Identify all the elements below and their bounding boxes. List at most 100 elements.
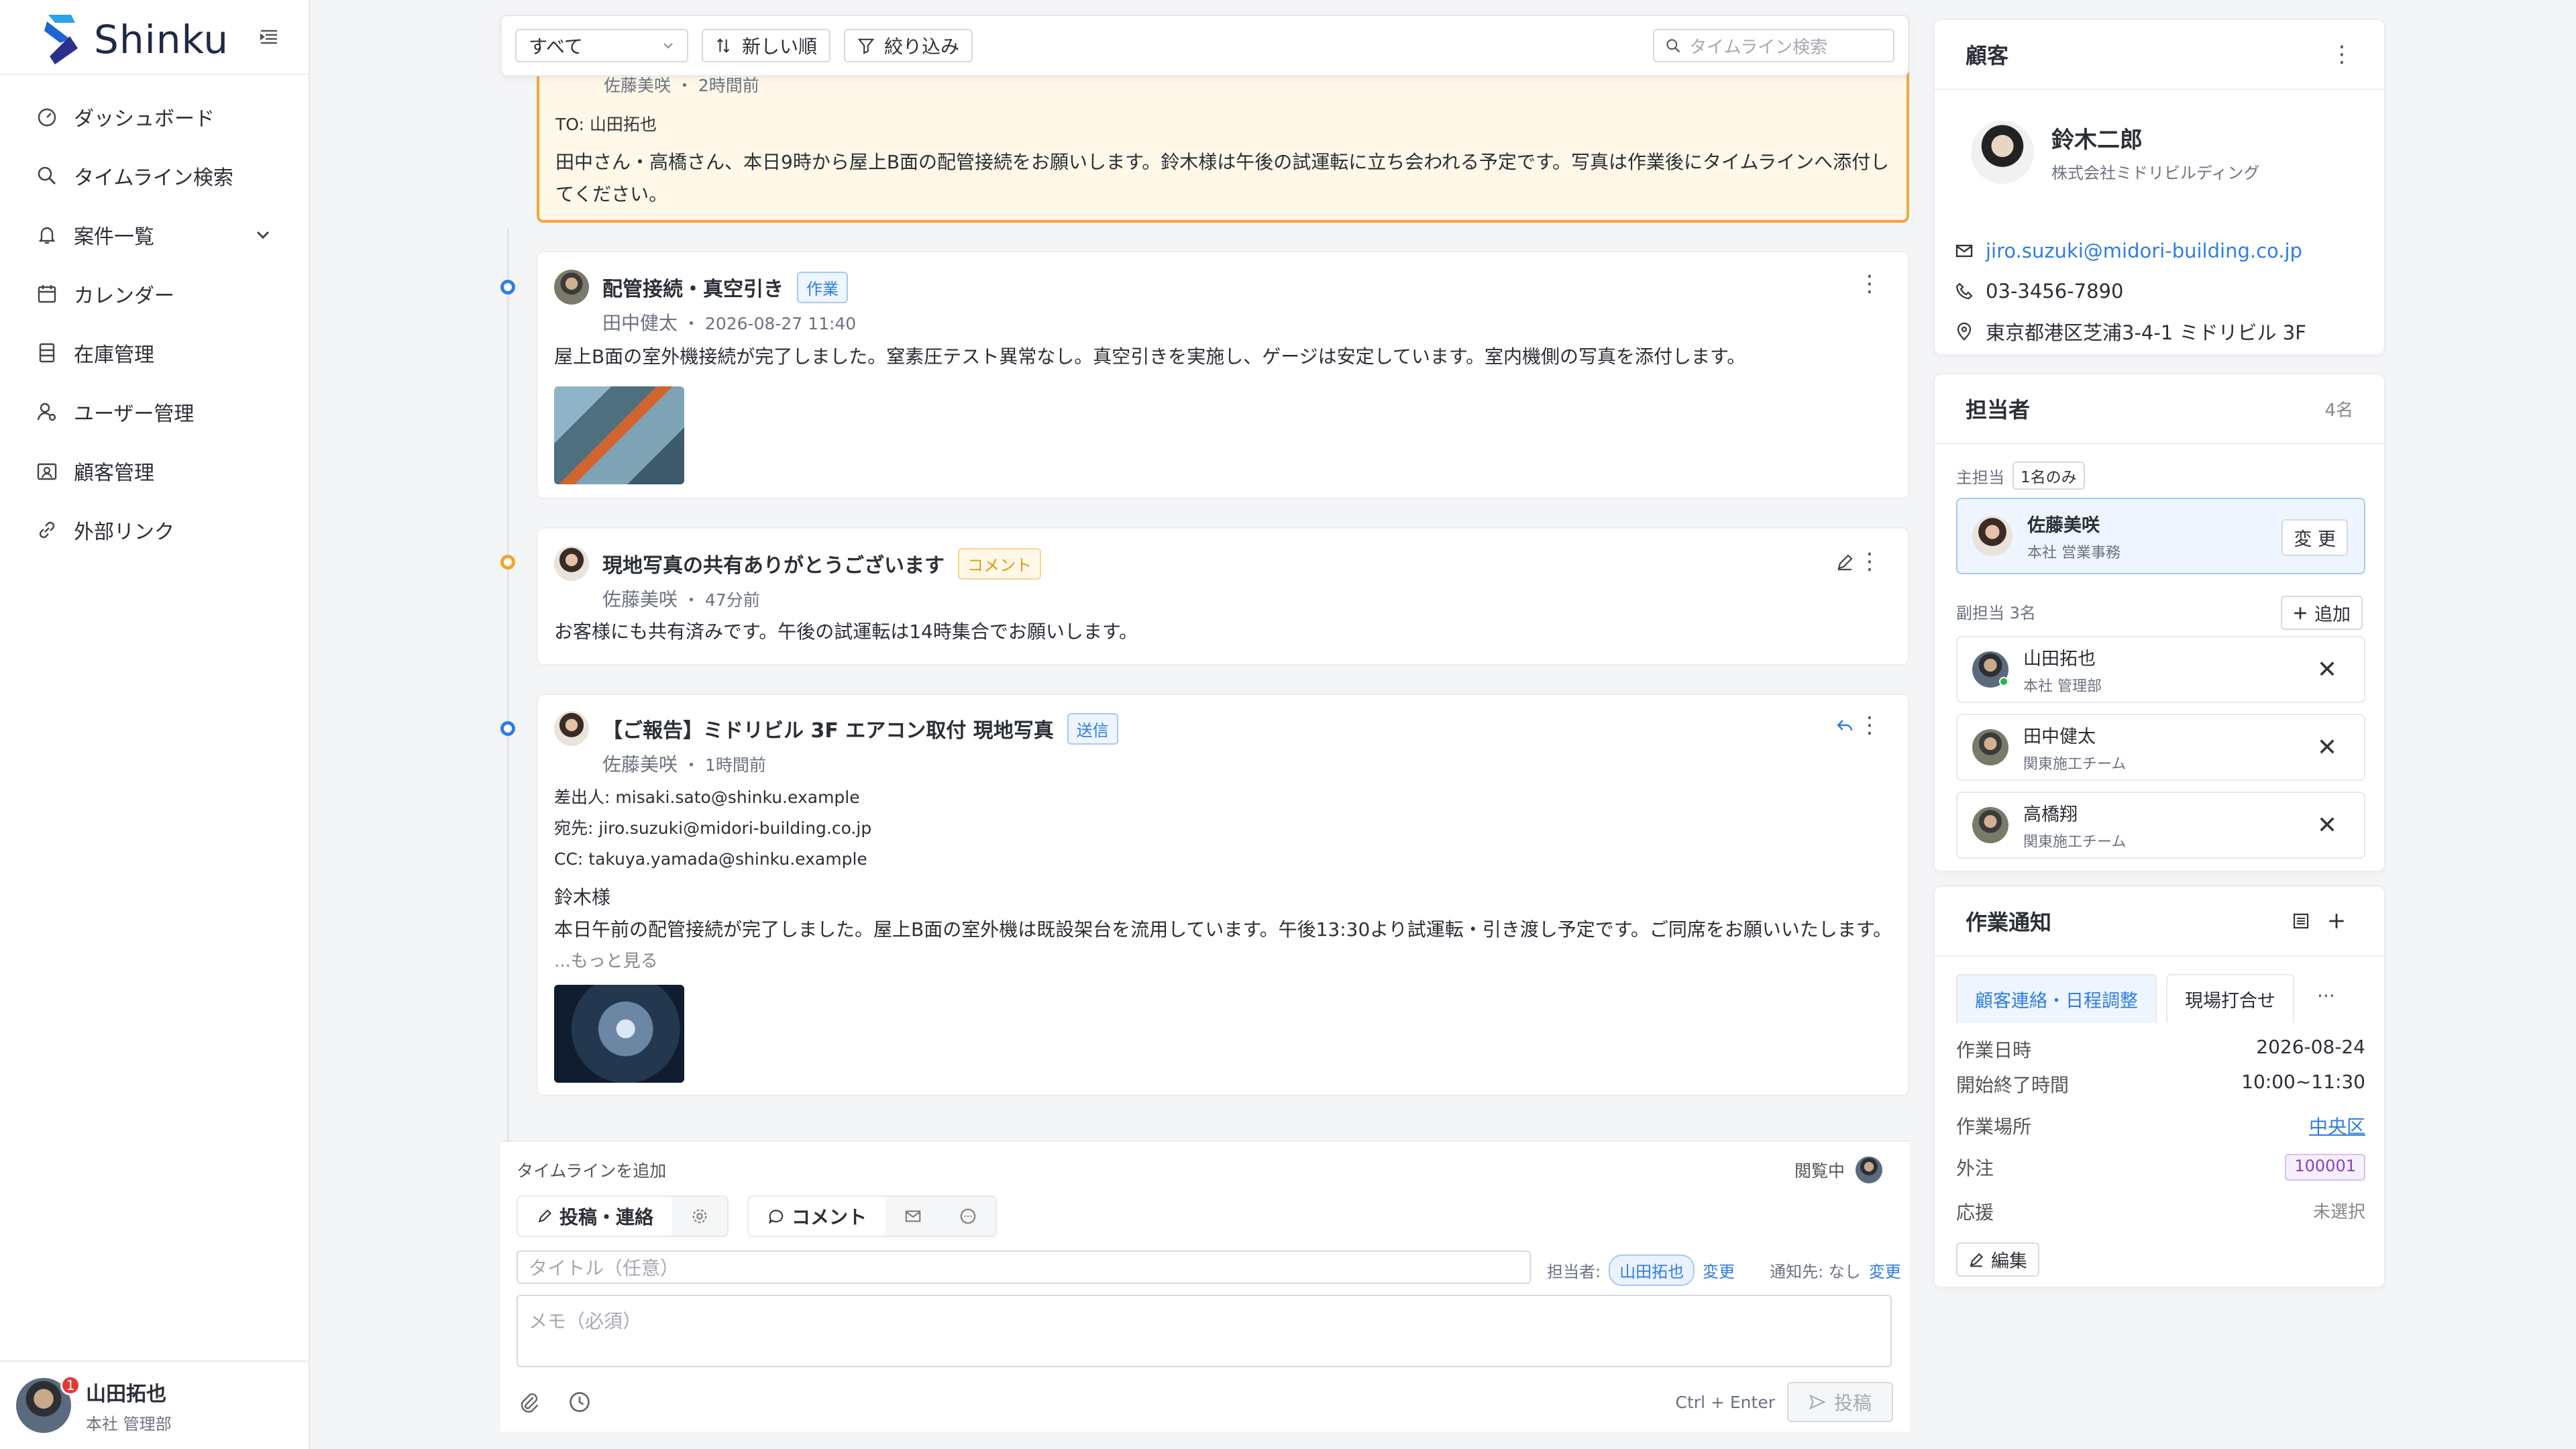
card-title: 現地写真の共有ありがとうございます [602,554,945,578]
sub-staff-card[interactable]: 高橋翔 関東施工チーム ✕ [1956,792,2365,859]
more-menu-icon[interactable]: ⋮ [1858,550,1881,573]
more-tabs-icon[interactable]: ··· [2304,974,2349,1023]
photo-thumbnail[interactable] [554,386,684,484]
main-staff-card[interactable]: 佐藤美咲 本社 営業事務 変 更 [1956,498,2365,574]
tab-label: コメント [792,1206,867,1228]
chevron-down-icon [256,231,270,239]
timeline-card-email[interactable]: 【ご報告】ミドリビル 3F エアコン取付 現地写真 送信 佐藤美咲 ・ 1時間前… [537,694,1909,1096]
to-label: 宛先: [554,818,594,838]
tab-settings[interactable] [672,1197,727,1236]
card-meta: 佐藤美咲 ・ 1時間前 [602,753,766,775]
customer-icon [37,463,57,480]
sidebar-item-user-management[interactable]: ユーザー管理 [36,382,291,441]
card-time: 2026-08-27 11:40 [704,314,857,333]
sidebar-item-label: カレンダー [74,284,174,308]
change-notify-link[interactable]: 変更 [1869,1258,1901,1282]
work-key: 作業場所 [1956,1116,2032,1138]
sidebar-item-label: 在庫管理 [74,343,154,367]
plus-icon[interactable] [2326,911,2347,931]
work-key: 作業日時 [1956,1039,2032,1061]
avatar [1856,1157,1882,1183]
card-author: 田中健太 [602,312,678,334]
sidebar-collapse-icon[interactable] [259,27,279,47]
edit-icon[interactable] [1835,553,1854,572]
card-body: お客様にも共有済みです。午後の試運転は14時集合でお願いします。 [554,621,1138,643]
timeline-toolbar: すべて 新しい順 絞り込み タイムライン検索 [500,15,1909,76]
timeline-card-comment[interactable]: 現地写真の共有ありがとうございます コメント 佐藤美咲 ・ 47分前 ⋮ お客様… [537,527,1909,665]
sub-staff-card[interactable]: 山田拓也 本社 管理部 ✕ [1956,636,2365,703]
app-logo[interactable]: Shinku [40,9,229,70]
add-staff-button[interactable]: 追加 [2281,596,2363,630]
address-value: 東京都港区芝浦3-4-1 ミドリビル 3F [1986,321,2306,344]
filter-button[interactable]: 絞り込み [844,29,973,62]
sidebar-item-external-links[interactable]: 外部リンク [36,500,291,559]
clock-icon[interactable] [568,1390,592,1414]
customer-contacts: jiro.suzuki@midori-building.co.jp 03-345… [1935,231,2384,352]
change-assignee-link[interactable]: 変更 [1703,1258,1735,1282]
title-input[interactable]: タイトル（任意） [517,1250,1531,1284]
notification-badge[interactable]: 1 [60,1375,80,1395]
card-author: 佐藤美咲 [602,588,678,610]
paperclip-icon[interactable] [517,1390,541,1414]
timeline-search-input[interactable]: タイムライン検索 [1653,29,1894,62]
email-link[interactable]: jiro.suzuki@midori-building.co.jp [1986,239,2302,262]
funnel-icon [857,38,875,54]
change-main-staff-button[interactable]: 変 更 [2282,519,2348,556]
timeline-dot [500,721,515,736]
customer-name: 鈴木二郎 [2051,127,2143,154]
tab-email[interactable] [885,1197,941,1236]
more-menu-icon[interactable]: ⋮ [2330,41,2353,68]
type-filter-select[interactable]: すべて [515,29,688,62]
work-value: 未選択 [2312,1202,2365,1222]
edit-work-button[interactable]: 編集 [1956,1242,2039,1277]
show-more-link[interactable]: ...もっと見る [554,947,658,972]
sidebar-divider [0,74,310,75]
list-icon[interactable] [2292,912,2310,930]
timeline-card-work[interactable]: 配管接続・真空引き 作業 田中健太 ・ 2026-08-27 11:40 ⋮ 屋… [537,251,1909,499]
compose-label: タイムラインを追加 [517,1161,667,1181]
more-menu-icon[interactable]: ⋮ [1858,272,1881,295]
sidebar-nav: ダッシュボード タイムライン検索 案件一覧 カレンダー 在庫管理 ユーザー管理 … [36,87,291,559]
pencil-icon [538,1209,552,1223]
assignee-chip[interactable]: 山田拓也 [1609,1254,1695,1286]
tab-site-meeting[interactable]: 現場打合せ [2166,974,2294,1023]
memo-input[interactable]: メモ（必須） [517,1295,1892,1367]
work-value: 100001 [2285,1154,2365,1181]
work-location-link[interactable]: 中央区 [2309,1112,2365,1139]
avatar [1972,516,2012,556]
sidebar-item-calendar[interactable]: カレンダー [36,264,291,323]
sidebar-item-projects[interactable]: 案件一覧 [36,205,291,264]
remove-staff-icon[interactable]: ✕ [2317,656,2337,684]
customer-address: 東京都港区芝浦3-4-1 ミドリビル 3F [1955,311,2384,352]
tab-customer-contact[interactable]: 顧客連絡・日程調整 [1956,974,2157,1023]
avatar [1972,807,2008,843]
reply-icon[interactable] [1835,716,1854,735]
photo-thumbnail[interactable] [554,985,684,1083]
tab-comment[interactable]: コメント [749,1197,886,1236]
pencil-icon [1970,1252,1984,1267]
sub-staff-card[interactable]: 田中健太 関東施工チーム ✕ [1956,714,2365,781]
sort-button[interactable]: 新しい順 [702,29,831,62]
sidebar-item-customers[interactable]: 顧客管理 [36,441,291,500]
compose-footer: Ctrl + Enter 投稿 [517,1382,1893,1422]
inventory-icon [39,343,55,363]
tab-other[interactable] [941,1197,996,1236]
remove-staff-icon[interactable]: ✕ [2317,812,2337,839]
tab-post[interactable]: 投稿・連絡 [518,1197,673,1236]
remove-staff-icon[interactable]: ✕ [2317,734,2337,761]
sub-staff-label: 副担当 3名 [1956,604,2036,623]
work-row: 作業日時 2026-08-24 [1956,1036,2365,1063]
staff-name: 田中健太 [2023,726,2096,747]
customer-email[interactable]: jiro.suzuki@midori-building.co.jp [1955,231,2384,271]
assignee-label: 担当者: [1547,1263,1601,1281]
more-menu-icon[interactable]: ⋮ [1858,714,1881,737]
sidebar-item-label: 外部リンク [74,521,174,544]
sidebar-item-dashboard[interactable]: ダッシュボード [36,87,291,146]
sidebar-item-inventory[interactable]: 在庫管理 [36,323,291,382]
sidebar-item-timeline-search[interactable]: タイムライン検索 [36,146,291,205]
current-user[interactable]: 1 山田拓也 本社 管理部 [0,1360,310,1449]
from-value: misaki.sato@shinku.example [615,788,860,807]
assignee-field: 担当者: 山田拓也 変更 通知先: なし 変更 [1547,1254,1901,1286]
post-button[interactable]: 投稿 [1786,1382,1893,1422]
card-title: 配管接続・真空引き [602,278,784,301]
